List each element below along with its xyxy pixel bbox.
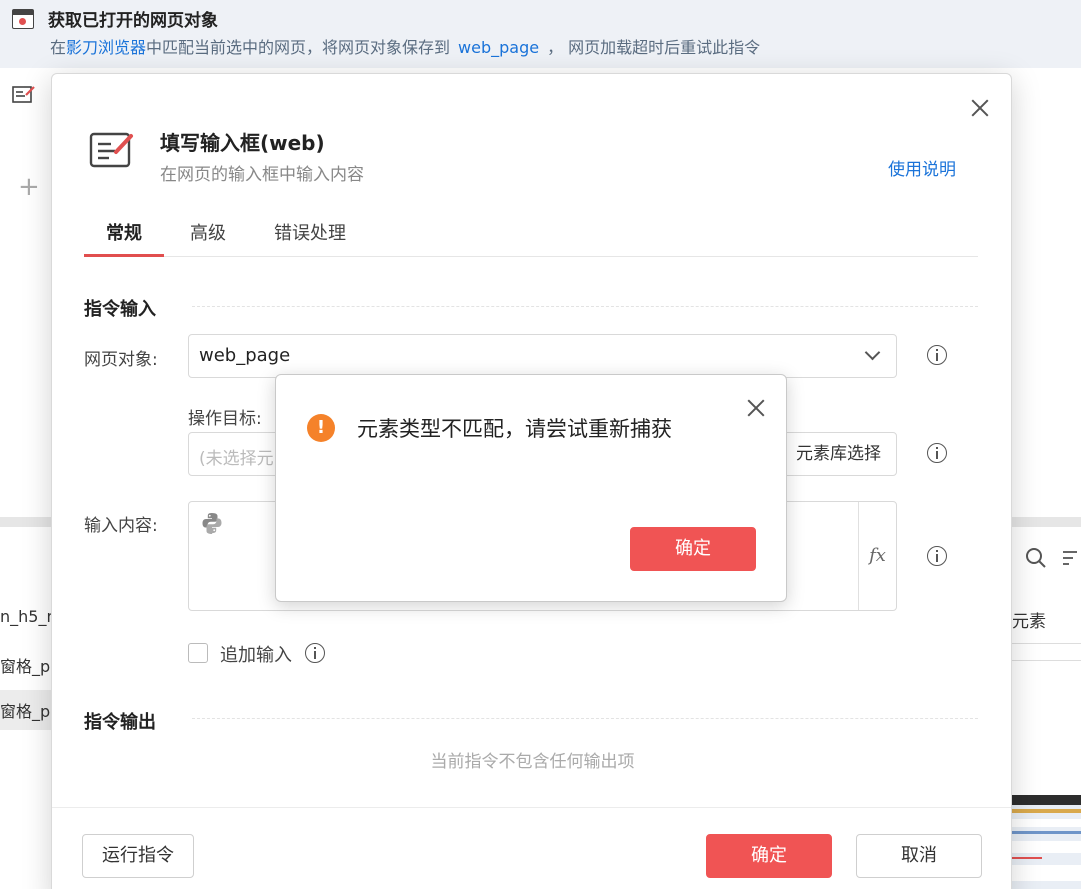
warning-icon: ! [307, 414, 335, 442]
step-desc-prefix: 在 [50, 38, 67, 57]
step-desc-variable[interactable]: web_page [458, 38, 539, 57]
edit-form-icon [12, 86, 35, 103]
step-description: 在影刀浏览器中匹配当前选中的网页，将网页对象保存到 web_page ， 网页加载超… [50, 34, 760, 58]
fx-expression-button[interactable]: fx [858, 502, 896, 610]
dialog-subtitle: 在网页的输入框中输入内容 [160, 165, 364, 185]
alert-confirm-button[interactable]: 确定 [630, 527, 756, 571]
dialog-title: 填写输入框(web) [160, 131, 325, 155]
web-object-label: 网页对象: [84, 350, 158, 370]
chevron-down-icon [864, 344, 881, 361]
edit-form-icon [89, 132, 133, 168]
background-step-header: 获取已打开的网页对象 在影刀浏览器中匹配当前选中的网页，将网页对象保存到 web_… [0, 0, 1081, 68]
step-desc-mid: 中匹配当前选中的网页，将网页对象保存到 [146, 38, 451, 57]
info-icon[interactable] [927, 443, 947, 463]
info-icon[interactable] [927, 345, 947, 365]
alert-message: 元素类型不匹配，请尝试重新捕获 [357, 417, 672, 441]
sort-icon[interactable] [1063, 547, 1081, 569]
append-input-label: 追加输入 [220, 645, 292, 666]
alert-close-icon[interactable] [746, 398, 766, 418]
tab-error-handling[interactable]: 错误处理 [274, 219, 346, 257]
error-alert-dialog: ! 元素类型不匹配，请尝试重新捕获 确定 [275, 374, 787, 602]
section-divider [192, 718, 978, 719]
confirm-button[interactable]: 确定 [706, 834, 832, 878]
dialog-close-icon[interactable] [970, 98, 990, 118]
step-title-row: 获取已打开的网页对象 [12, 6, 218, 31]
element-list-item[interactable]: n_h5_n [0, 607, 57, 626]
footer-divider [52, 807, 1011, 808]
element-panel-tab[interactable]: 元素 [1012, 607, 1046, 632]
panel-rule [1012, 643, 1081, 644]
step-desc-browser[interactable]: 影刀浏览器 [66, 38, 146, 57]
dialog-tabs: 常规 高级 错误处理 [84, 219, 978, 257]
no-output-message: 当前指令不包含任何输出项 [430, 752, 635, 772]
panel-rule [1012, 660, 1081, 661]
screenshot-thumbnail [1012, 795, 1081, 889]
element-panel-toolbar [1025, 547, 1081, 569]
web-object-value: web_page [199, 345, 291, 366]
step-title: 获取已打开的网页对象 [48, 11, 218, 31]
element-library-button[interactable]: 元素库选择 [780, 433, 896, 475]
search-icon[interactable] [1025, 547, 1047, 569]
cancel-button[interactable]: 取消 [856, 834, 982, 878]
input-section-title: 指令输入 [84, 299, 156, 320]
info-icon[interactable] [305, 643, 325, 663]
web-object-select[interactable]: web_page [188, 334, 897, 378]
tab-general[interactable]: 常规 [84, 219, 164, 257]
tab-advanced[interactable]: 高级 [190, 219, 226, 257]
add-step-icon[interactable]: + [18, 172, 40, 202]
target-placeholder: (未选择元 [199, 449, 274, 469]
help-link[interactable]: 使用说明 [888, 155, 956, 180]
content-label: 输入内容: [84, 516, 158, 536]
target-label: 操作目标: [188, 409, 262, 429]
info-icon[interactable] [927, 546, 947, 566]
output-section-title: 指令输出 [84, 712, 156, 733]
browser-window-icon [12, 8, 34, 29]
section-divider [192, 306, 978, 307]
python-icon [202, 513, 222, 534]
run-command-button[interactable]: 运行指令 [82, 834, 194, 878]
append-input-checkbox[interactable] [188, 643, 208, 663]
step-desc-suffix: ， 网页加载超时后重试此指令 [547, 38, 761, 57]
